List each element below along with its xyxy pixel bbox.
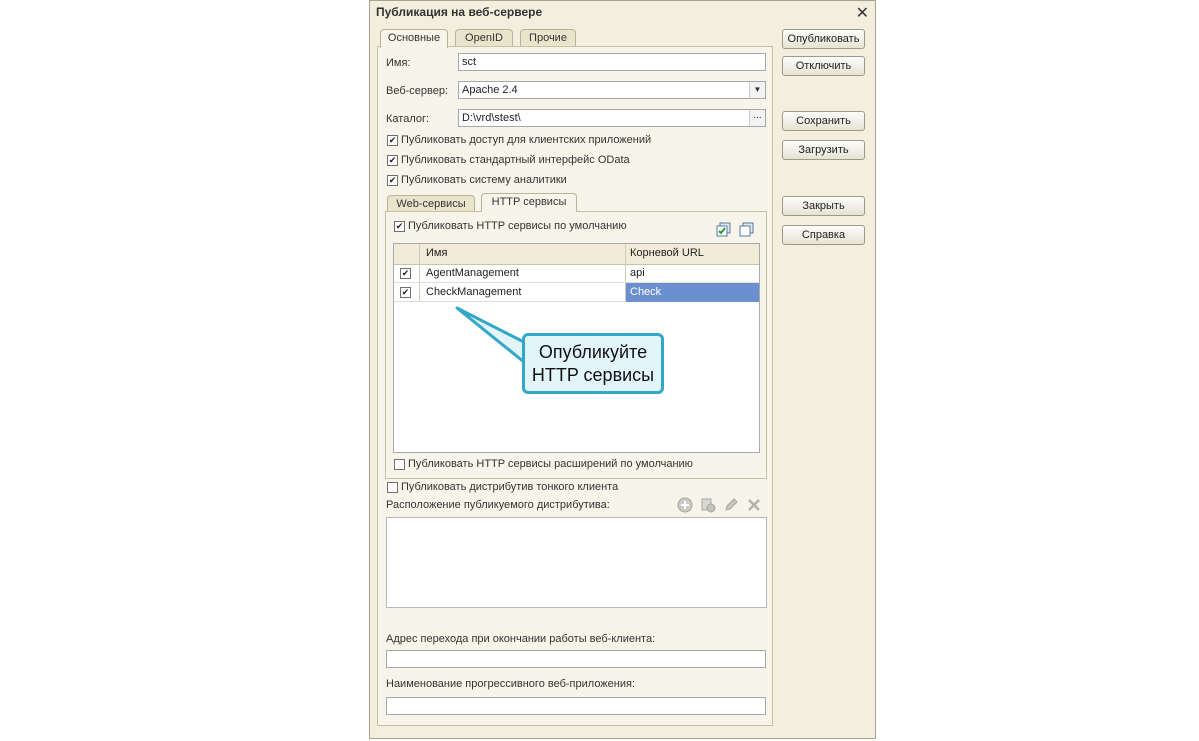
callout-line-2: HTTP сервисы [531, 365, 655, 385]
tab-http-services[interactable]: HTTP сервисы [481, 193, 577, 212]
callout-box: Опубликуйте HTTP сервисы [522, 333, 664, 394]
callout-line-1: Опубликуйте [538, 342, 648, 362]
tab-main[interactable]: Основные [380, 29, 448, 48]
